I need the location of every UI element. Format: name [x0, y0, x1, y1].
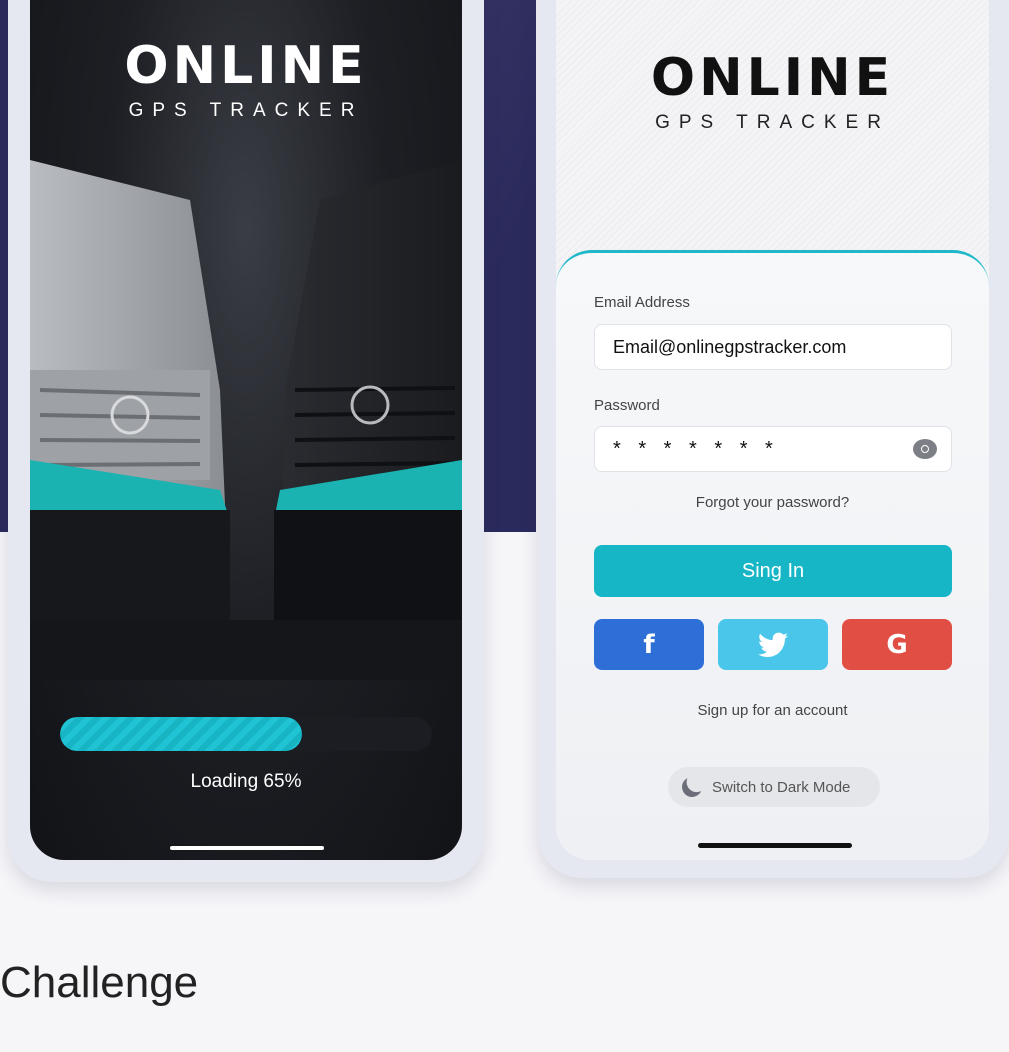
- progress-fill: [60, 717, 302, 751]
- email-value: Email@onlinegpstracker.com: [613, 336, 847, 357]
- password-field[interactable]: * * * * * * *: [594, 426, 952, 472]
- moon-icon: [679, 774, 705, 800]
- logo-subtitle: GPS TRACKER: [655, 112, 890, 133]
- logo-wordmark: ONLINE: [124, 36, 368, 96]
- eye-icon[interactable]: [913, 439, 937, 459]
- facebook-button[interactable]: f: [594, 619, 704, 670]
- forgot-password-link[interactable]: Forgot your password?: [556, 494, 989, 511]
- logo-subtitle: GPS TRACKER: [128, 100, 364, 121]
- google-button[interactable]: G: [842, 619, 952, 670]
- logo-wordmark: ONLINE: [650, 48, 895, 108]
- splash-logo: ONLINE GPS TRACKER: [30, 40, 462, 122]
- sign-in-button[interactable]: Sing In: [594, 545, 952, 597]
- login-screen: ONLINE GPS TRACKER Email Address Email@o…: [556, 0, 989, 860]
- home-indicator[interactable]: [170, 846, 324, 850]
- loading-label: Loading 65%: [190, 771, 302, 792]
- password-label: Password: [594, 397, 660, 414]
- dark-mode-label: Switch to Dark Mode: [712, 778, 851, 796]
- home-indicator[interactable]: [698, 843, 852, 848]
- email-field[interactable]: Email@onlinegpstracker.com: [594, 324, 952, 370]
- email-label: Email Address: [594, 294, 690, 311]
- facebook-icon: f: [643, 629, 655, 660]
- twitter-icon: [758, 632, 788, 657]
- splash-phone-frame: ONLINE GPS TRACKER Loading 65%: [8, 0, 484, 882]
- password-value: * * * * * * *: [613, 437, 779, 460]
- dark-mode-toggle[interactable]: Switch to Dark Mode: [668, 767, 880, 807]
- twitter-button[interactable]: [718, 619, 828, 670]
- section-heading: Challenge: [0, 958, 199, 1007]
- login-phone-frame: ONLINE GPS TRACKER Email Address Email@o…: [538, 0, 1009, 878]
- loading-progress-bar: [60, 717, 432, 751]
- splash-screen: ONLINE GPS TRACKER Loading 65%: [30, 0, 462, 860]
- trucks-image: [30, 160, 462, 680]
- login-logo: ONLINE GPS TRACKER: [556, 52, 989, 134]
- google-icon: G: [886, 629, 908, 660]
- sign-up-link[interactable]: Sign up for an account: [556, 702, 989, 719]
